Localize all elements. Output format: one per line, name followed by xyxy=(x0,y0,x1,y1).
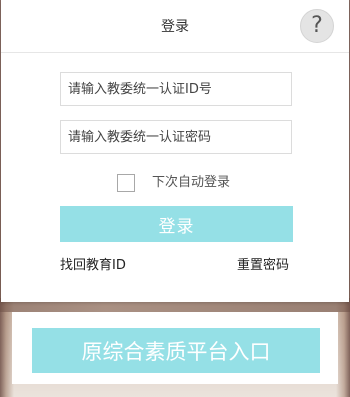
help-button[interactable]: ? xyxy=(300,9,334,43)
question-mark-icon: ? xyxy=(311,13,323,38)
auto-login-option: 下次自动登录 xyxy=(117,173,230,193)
dialog-title: 登录 xyxy=(161,19,189,35)
reset-password-link[interactable]: 重置密码 xyxy=(237,257,289,275)
id-input[interactable] xyxy=(60,72,292,106)
legacy-platform-entry-button[interactable]: 原综合素质平台入口 xyxy=(32,328,320,373)
password-input[interactable] xyxy=(60,120,292,154)
dialog-header: 登录 ? xyxy=(1,0,349,53)
recover-id-link[interactable]: 找回教育ID xyxy=(60,257,126,275)
auto-login-checkbox[interactable] xyxy=(117,174,135,192)
login-dialog: 登录 ? 下次自动登录 登录 找回教育ID 重置密码 xyxy=(1,0,349,302)
login-button[interactable]: 登录 xyxy=(60,206,293,242)
auto-login-label: 下次自动登录 xyxy=(152,175,231,190)
